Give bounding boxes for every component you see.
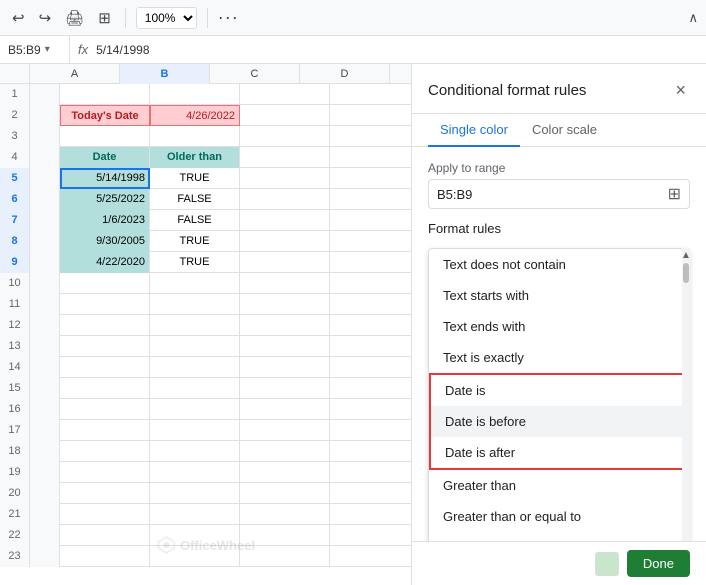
sidebar: Conditional format rules × Single color …: [411, 64, 706, 585]
sidebar-bottom: Done: [412, 541, 706, 585]
cell-ref-value: B5:B9: [8, 43, 41, 57]
color-swatch[interactable]: [595, 552, 619, 576]
spreadsheet[interactable]: A B C D 1 2Today's Date4/26/2022 3 4Date…: [0, 64, 411, 585]
table-row: 17: [0, 420, 411, 441]
dropdown-item-date-before[interactable]: Date is before: [431, 406, 687, 437]
table-row: 71/6/2023FALSE: [0, 210, 411, 231]
format-icon[interactable]: ⊞: [94, 7, 115, 29]
col-header-b[interactable]: B: [120, 64, 210, 84]
format-rules-label: Format rules: [428, 221, 690, 236]
col-header-a[interactable]: A: [30, 64, 120, 84]
apply-range-label: Apply to range: [428, 161, 690, 175]
dropdown-item-text-ends-with[interactable]: Text ends with: [429, 311, 689, 342]
table-row: 2Today's Date4/26/2022: [0, 105, 411, 126]
color-preview-row: [595, 552, 619, 576]
table-row: 16: [0, 399, 411, 420]
formula-value: 5/14/1998: [96, 43, 149, 57]
table-row: 4DateOlder than Today?: [0, 147, 411, 168]
more-icon[interactable]: ···: [218, 7, 239, 28]
toolbar: ↩ ↪ 🖨 ⊞ 100% ··· ∧: [0, 0, 706, 36]
tab-single-color[interactable]: Single color: [428, 114, 520, 147]
zoom-select[interactable]: 100%: [136, 7, 197, 29]
range-input-row[interactable]: ⊞: [428, 179, 690, 209]
sidebar-header: Conditional format rules ×: [412, 64, 706, 114]
table-row: 10: [0, 273, 411, 294]
dropdown-item-date-after[interactable]: Date is after: [431, 437, 687, 468]
print-icon[interactable]: 🖨: [61, 7, 88, 29]
format-rules-section: Format rules: [428, 221, 690, 236]
table-row: 55/14/1998TRUE: [0, 168, 411, 189]
rows: 1 2Today's Date4/26/2022 3 4DateOlder th…: [0, 84, 411, 567]
table-row: 11: [0, 294, 411, 315]
corner-cell: [0, 64, 30, 84]
scroll-thumb[interactable]: [683, 263, 689, 283]
cell-reference[interactable]: B5:B9 ▾: [0, 36, 70, 63]
table-row: 14: [0, 357, 411, 378]
undo-icon[interactable]: ↩: [8, 7, 29, 29]
dropdown-item-text-exactly[interactable]: Text is exactly: [429, 342, 689, 373]
table-row: 1: [0, 84, 411, 105]
apply-range-section: Apply to range ⊞: [428, 161, 690, 209]
scroll-up-icon[interactable]: ▲: [681, 250, 691, 261]
toolbar-separator: [125, 8, 126, 28]
table-row: 94/22/2020TRUE: [0, 252, 411, 273]
close-button[interactable]: ×: [671, 78, 690, 103]
dropdown-item-less-than[interactable]: Less than: [429, 532, 689, 541]
format-rules-dropdown: Text does not contain Text starts with T…: [428, 248, 690, 541]
collapse-icon[interactable]: ∧: [688, 10, 698, 26]
col-headers: A B C D: [0, 64, 411, 84]
table-row: 19: [0, 462, 411, 483]
table-row: 15: [0, 378, 411, 399]
done-button[interactable]: Done: [627, 550, 690, 577]
dropdown-item-greater-than[interactable]: Greater than: [429, 470, 689, 501]
tab-color-scale[interactable]: Color scale: [520, 114, 609, 147]
table-row: 20: [0, 483, 411, 504]
date-group-border: Date is Date is before Date is after: [429, 373, 689, 470]
table-row: 18: [0, 441, 411, 462]
dropdown-item-text-starts-with[interactable]: Text starts with: [429, 280, 689, 311]
formula-bar: B5:B9 ▾ fx 5/14/1998: [0, 36, 706, 64]
redo-icon[interactable]: ↪: [35, 7, 56, 29]
col-header-d[interactable]: D: [300, 64, 390, 84]
sidebar-title: Conditional format rules: [428, 82, 586, 99]
table-row: 65/25/2022FALSE: [0, 189, 411, 210]
dropdown-menu[interactable]: Text does not contain Text starts with T…: [428, 248, 690, 541]
table-row: 13: [0, 336, 411, 357]
range-input[interactable]: [437, 187, 664, 202]
table-row: 3: [0, 126, 411, 147]
dropdown-item-greater-equal[interactable]: Greater than or equal to: [429, 501, 689, 532]
fx-icon: fx: [70, 42, 96, 57]
watermark: OfficeWheel: [156, 535, 255, 555]
toolbar-separator2: [207, 8, 208, 28]
scroll-track[interactable]: ▲: [682, 248, 690, 541]
sidebar-tabs: Single color Color scale: [412, 114, 706, 147]
sidebar-content: Apply to range ⊞ Format rules Text does …: [412, 147, 706, 541]
table-row: 12: [0, 315, 411, 336]
main-area: A B C D 1 2Today's Date4/26/2022 3 4Date…: [0, 64, 706, 585]
table-row: 21: [0, 504, 411, 525]
col-header-c[interactable]: C: [210, 64, 300, 84]
cell-ref-chevron-icon: ▾: [45, 44, 50, 55]
table-row: 89/30/2005TRUE: [0, 231, 411, 252]
range-grid-icon[interactable]: ⊞: [668, 184, 681, 204]
dropdown-item-text-no-contain[interactable]: Text does not contain: [429, 249, 689, 280]
dropdown-item-date-is[interactable]: Date is: [431, 375, 687, 406]
